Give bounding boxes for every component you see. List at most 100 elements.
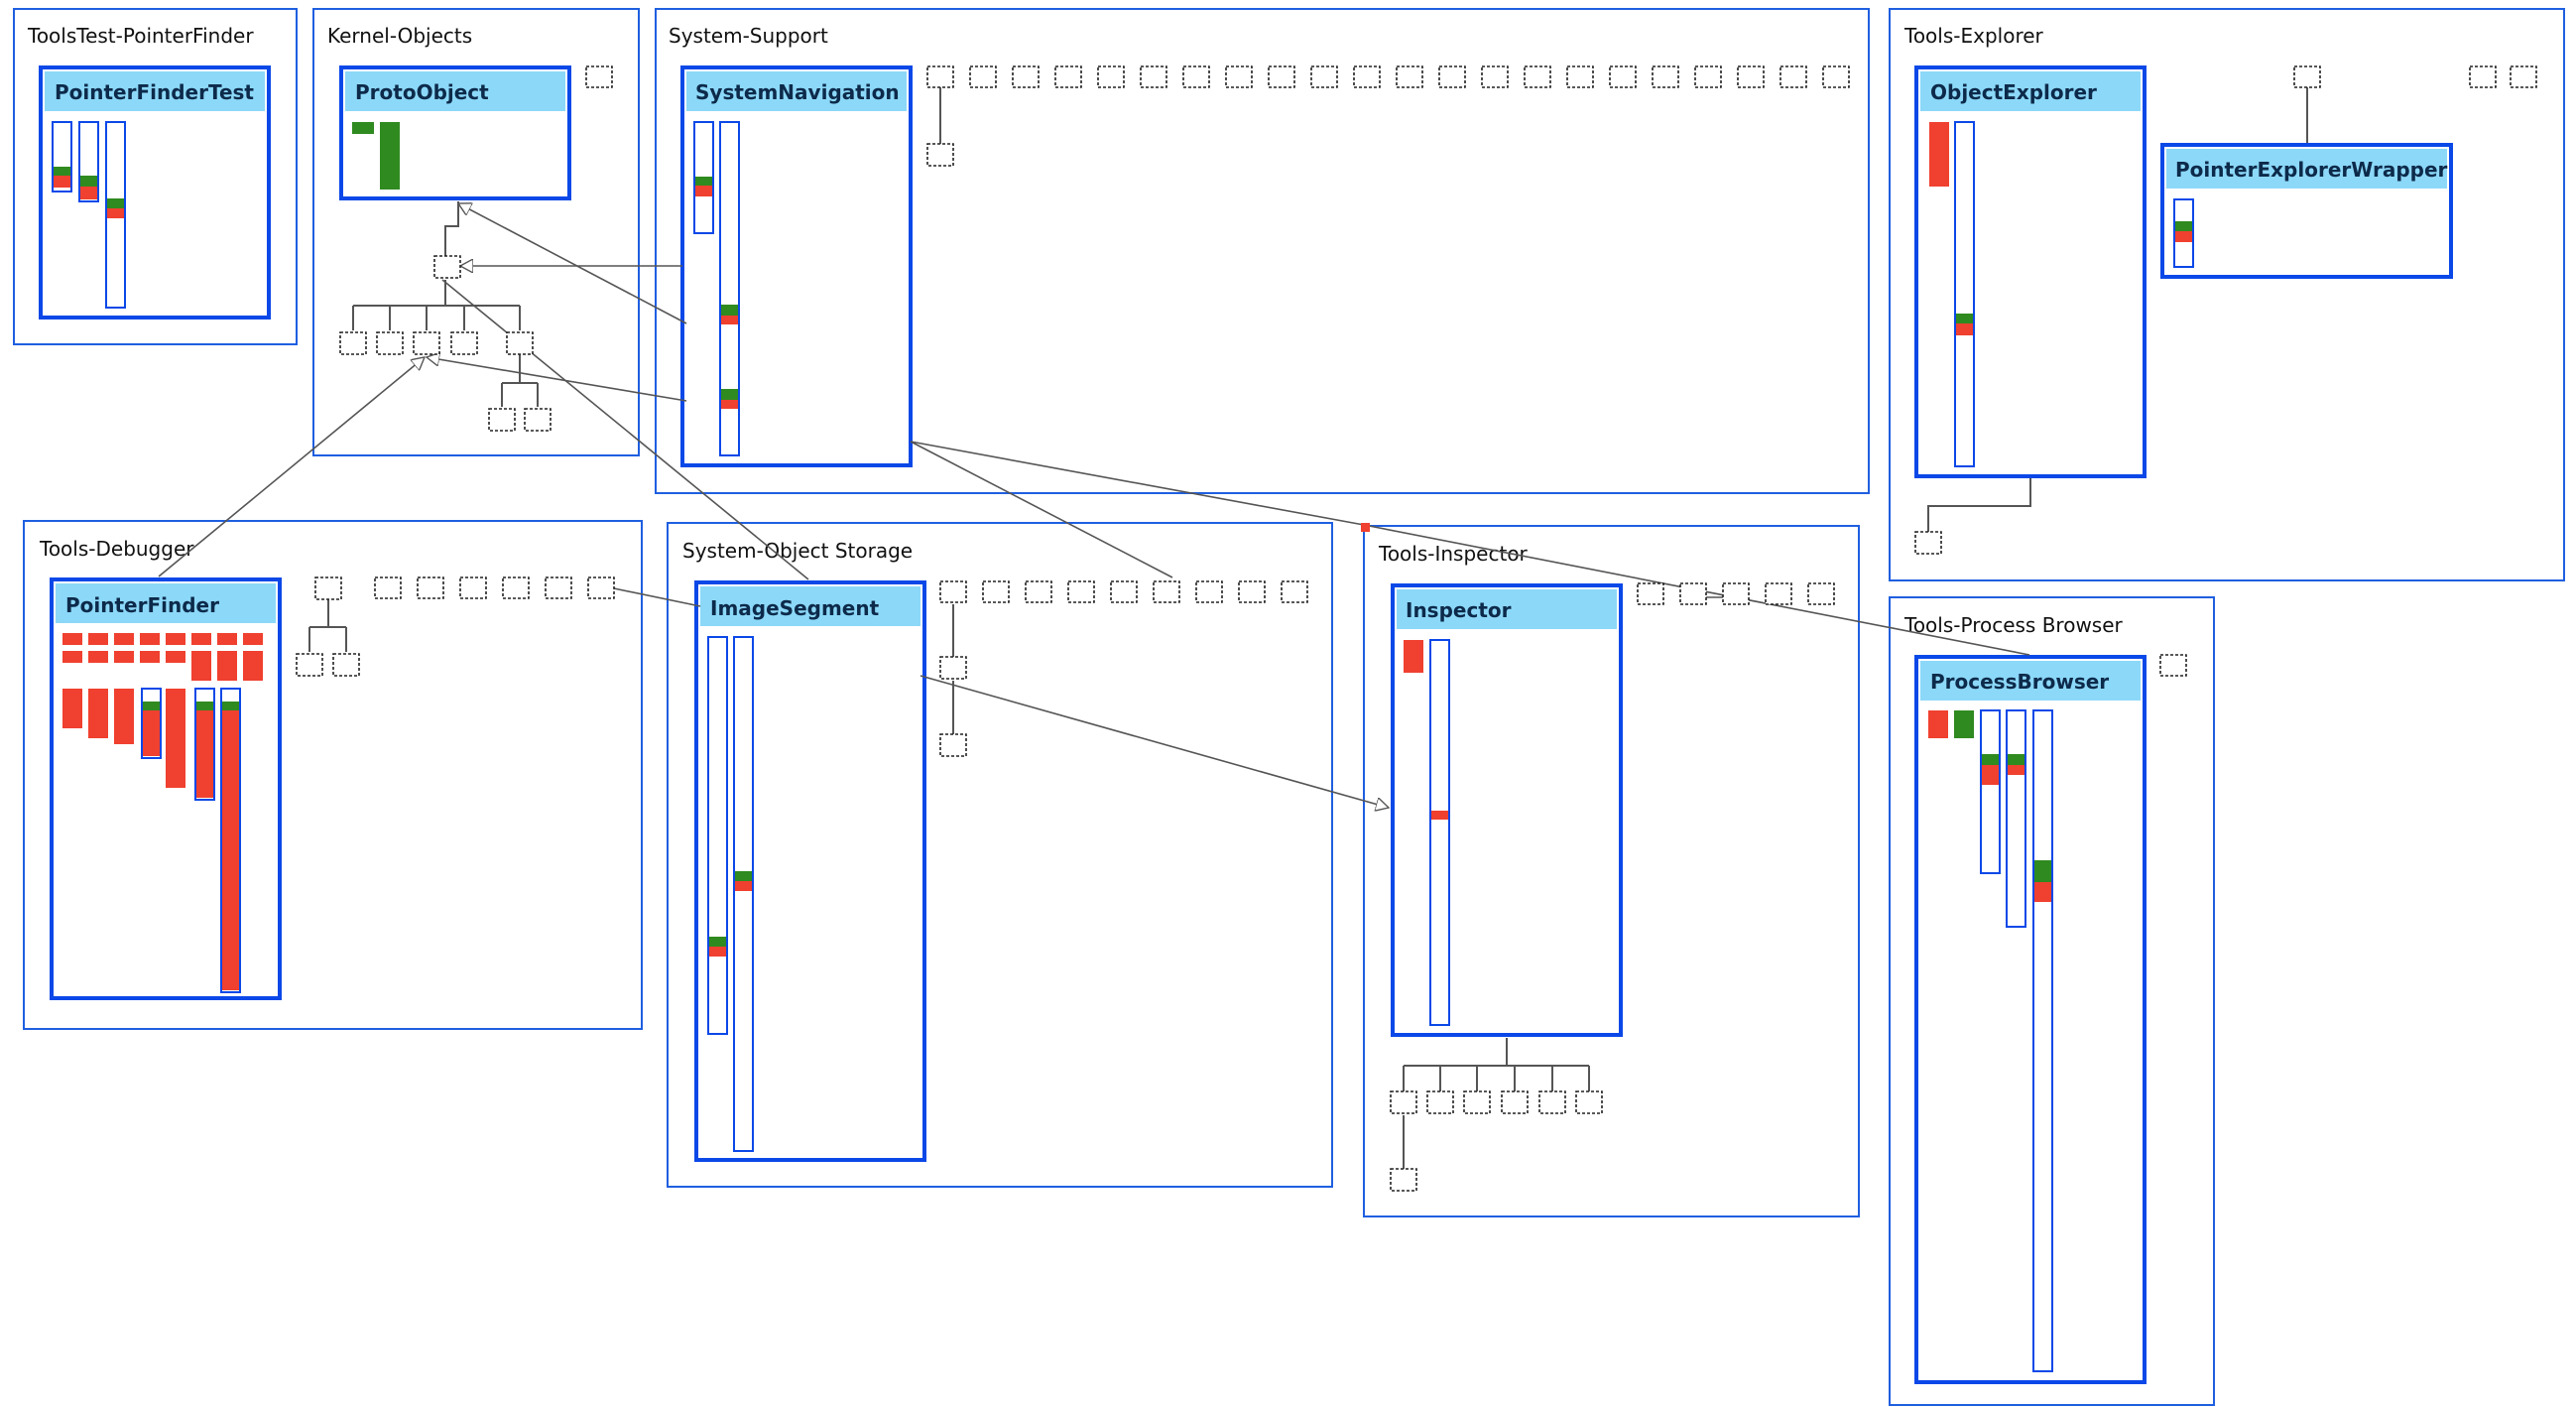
red-marker	[1404, 640, 1423, 673]
stub-box	[1281, 580, 1308, 603]
class-name: ProcessBrowser	[1930, 670, 2109, 694]
class-protoobject[interactable]: ProtoObject	[339, 65, 571, 200]
red-marker	[1431, 811, 1448, 820]
package-label: System-Support	[669, 24, 828, 48]
stub-box	[1438, 65, 1466, 88]
stub-box	[2293, 65, 2321, 88]
stub-box	[1822, 65, 1850, 88]
green-marker	[1982, 754, 1999, 765]
stub-box	[926, 143, 954, 167]
stub-box	[1182, 65, 1210, 88]
stub-box	[1737, 65, 1765, 88]
stub-box	[2469, 65, 2497, 88]
class-name: PointerExplorerWrapper	[2175, 158, 2448, 182]
stub-box	[1268, 65, 1295, 88]
class-name: ImageSegment	[710, 596, 880, 620]
method-bar	[2032, 709, 2053, 1372]
class-imagesegment[interactable]: ImageSegment	[694, 580, 926, 1162]
stub-box	[332, 653, 360, 677]
stub-box	[1097, 65, 1125, 88]
green-marker	[2175, 221, 2192, 231]
green-marker	[1954, 710, 1974, 738]
class-pointerfindertest[interactable]: PointerFinderTest	[39, 65, 271, 320]
stub-box	[1012, 65, 1040, 88]
stub-box	[2510, 65, 2537, 88]
stub-box	[417, 576, 444, 599]
stub-box	[587, 576, 615, 599]
stub-box	[1025, 580, 1052, 603]
stub-box	[1153, 580, 1180, 603]
stub-box	[524, 408, 552, 432]
stub-box	[1396, 65, 1423, 88]
stub-box	[1765, 582, 1792, 605]
method-bar	[1954, 121, 1975, 467]
red-marker	[2008, 765, 2024, 775]
stub-box	[1195, 580, 1223, 603]
stub-box	[939, 580, 967, 603]
green-marker	[54, 167, 70, 176]
stub-box	[339, 331, 367, 355]
stub-box	[1238, 580, 1266, 603]
class-name: Inspector	[1406, 598, 1512, 622]
class-processbrowser[interactable]: ProcessBrowser	[1914, 655, 2147, 1384]
stub-box	[1538, 1090, 1566, 1114]
class-inspector[interactable]: Inspector	[1391, 583, 1623, 1037]
stub-box	[1310, 65, 1338, 88]
stub-box	[433, 255, 461, 279]
stub-box	[314, 576, 342, 600]
package-label: Tools-Process Browser	[1903, 613, 2124, 637]
package-dependency-diagram: ToolsTest-PointerFinder Kernel-Objects S…	[13, 8, 2565, 1406]
stub-box	[1652, 65, 1679, 88]
stub-box	[1566, 65, 1594, 88]
red-marker	[709, 947, 726, 957]
class-name: PointerFinderTest	[55, 80, 254, 104]
stub-box	[585, 65, 613, 88]
stub-box	[1779, 65, 1807, 88]
class-systemnavigation[interactable]: SystemNavigation	[680, 65, 913, 467]
green-marker	[143, 702, 160, 710]
class-name: PointerFinder	[65, 593, 219, 617]
red-marker	[107, 208, 124, 218]
green-marker	[2008, 754, 2024, 765]
class-pointerexplorerwrapper[interactable]: PointerExplorerWrapper	[2160, 143, 2453, 279]
class-name: SystemNavigation	[695, 80, 900, 104]
stub-box	[926, 65, 954, 88]
method-bar	[2006, 709, 2026, 928]
stub-box	[545, 576, 572, 599]
class-pointerfinder[interactable]: PointerFinder	[50, 577, 282, 1000]
red-marker	[1982, 765, 1999, 785]
class-name: ProtoObject	[355, 80, 489, 104]
stub-box	[502, 576, 530, 599]
class-objectexplorer[interactable]: ObjectExplorer	[1914, 65, 2147, 478]
package-label: Kernel-Objects	[327, 24, 472, 48]
red-marker	[2175, 231, 2192, 242]
stub-box	[374, 576, 402, 599]
stub-box	[1679, 582, 1707, 605]
stub-box	[488, 408, 516, 432]
stub-box	[1637, 582, 1664, 605]
stub-box	[939, 656, 967, 680]
stub-box	[1524, 65, 1551, 88]
stub-box	[1426, 1090, 1454, 1114]
red-marker	[1956, 323, 1973, 335]
green-marker	[80, 176, 97, 187]
red-marker	[54, 176, 70, 188]
green-marker	[2034, 860, 2051, 882]
stub-box	[506, 331, 534, 355]
package-label: Tools-Debugger	[39, 537, 194, 561]
red-marker	[222, 710, 239, 990]
package-label: System-Object Storage	[682, 539, 913, 563]
package-label: Tools-Explorer	[1903, 24, 2044, 48]
stub-box	[1463, 1090, 1491, 1114]
stub-box	[450, 331, 478, 355]
stub-box	[1390, 1168, 1417, 1192]
green-marker	[196, 702, 213, 710]
stub-box	[1110, 580, 1138, 603]
red-marker	[695, 186, 712, 196]
red-marker	[196, 710, 213, 798]
stub-box	[1353, 65, 1381, 88]
green-marker	[107, 198, 124, 208]
stub-box	[1140, 65, 1167, 88]
stub-box	[1914, 531, 1942, 555]
green-marker	[380, 122, 400, 190]
